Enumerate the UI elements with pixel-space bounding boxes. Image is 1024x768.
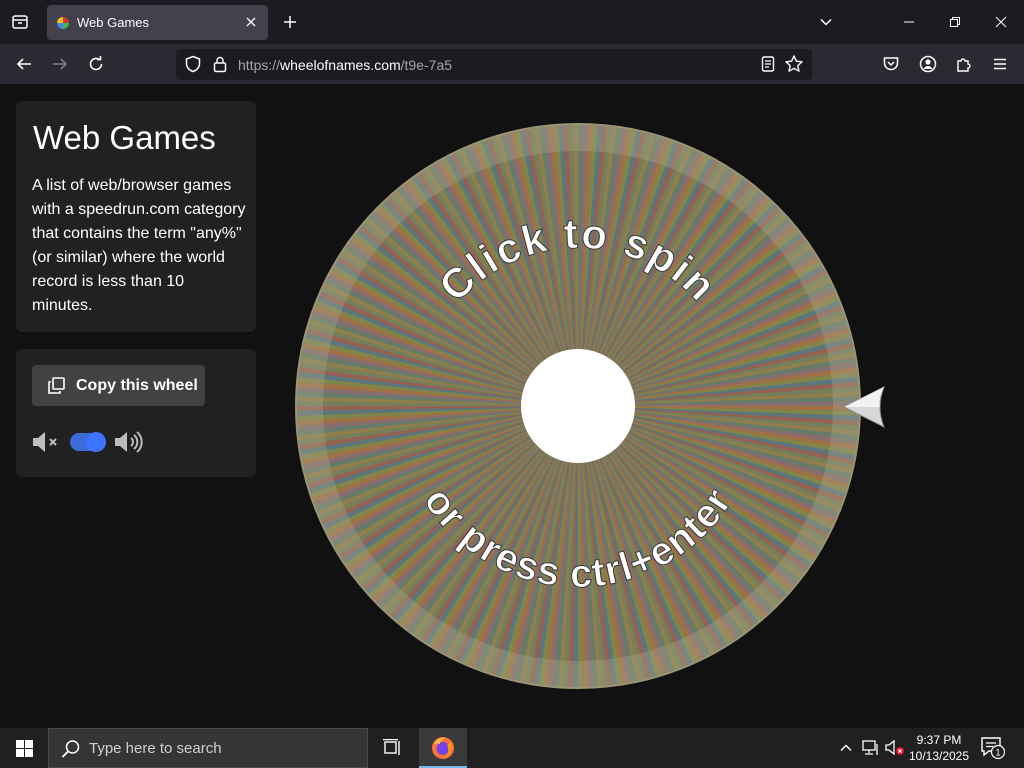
account-icon: [919, 55, 937, 73]
copy-wheel-button[interactable]: Copy this wheel: [32, 365, 205, 406]
taskbar-clock[interactable]: 9:37 PM 10/13/2025: [904, 732, 974, 764]
wheel-title: Web Games: [33, 119, 216, 156]
volume-up-icon[interactable]: [114, 430, 146, 454]
extensions-button[interactable]: [950, 50, 978, 78]
windows-taskbar: Type here to search 9:37 PM 10/13/2025 1: [0, 728, 1024, 768]
url-host: wheelofnames.com: [280, 57, 401, 73]
forward-button[interactable]: [46, 50, 74, 78]
copy-icon: [48, 377, 65, 394]
chevron-down-icon: [820, 18, 832, 26]
task-view-icon: [383, 739, 400, 755]
close-window-button[interactable]: [978, 0, 1024, 44]
search-placeholder: Type here to search: [89, 740, 222, 757]
minimize-button[interactable]: [886, 0, 932, 44]
minimize-icon: [904, 21, 914, 23]
close-icon: [995, 16, 1007, 28]
browser-tab-bar: Web Games: [0, 0, 1024, 44]
spin-wheel[interactable]: Click to spin or press ctrl+enter: [294, 122, 862, 690]
wheel-pointer-icon: [842, 386, 885, 428]
arrow-right-icon: [53, 58, 68, 70]
volume-mute-icon[interactable]: [32, 431, 62, 453]
search-icon: [61, 740, 80, 758]
speaker-muted-icon[interactable]: [885, 739, 905, 757]
reload-icon: [89, 56, 103, 71]
taskbar-search-box[interactable]: Type here to search: [48, 728, 368, 768]
start-button[interactable]: [0, 728, 48, 768]
account-button[interactable]: [914, 50, 942, 78]
clock-time: 9:37 PM: [916, 733, 962, 747]
hamburger-menu-icon: [994, 58, 1006, 70]
back-button[interactable]: [10, 50, 38, 78]
close-icon: [246, 17, 256, 27]
reload-button[interactable]: [82, 50, 110, 78]
url-path: /t9e-7a5: [400, 57, 453, 73]
tab-list-button[interactable]: [8, 10, 32, 34]
restore-button[interactable]: [932, 0, 978, 44]
address-bar[interactable]: https://wheelofnames.com/t9e-7a5: [176, 49, 812, 80]
wheel-actions-card: Copy this wheel: [16, 349, 256, 477]
url-protocol: https://: [238, 57, 281, 73]
plus-icon: [284, 16, 296, 28]
new-tab-button[interactable]: [278, 10, 302, 34]
network-icon[interactable]: [862, 740, 880, 756]
reader-view-icon[interactable]: [760, 55, 776, 73]
clock-date: 10/13/2025: [908, 749, 970, 763]
pocket-button[interactable]: [877, 50, 905, 78]
tracking-protection-icon[interactable]: [184, 55, 202, 73]
lock-icon[interactable]: [212, 55, 228, 73]
sound-toggle-knob: [86, 432, 106, 452]
bookmark-star-icon[interactable]: [784, 54, 804, 74]
wheel-description: A list of web/browser games with a speed…: [32, 177, 246, 314]
wheel-favicon-icon: [57, 17, 69, 29]
pocket-icon: [883, 57, 899, 71]
tab-list-icon: [12, 15, 28, 29]
list-all-tabs-button[interactable]: [814, 10, 838, 34]
browser-tab-active[interactable]: Web Games: [47, 5, 268, 40]
windows-logo-icon: [15, 739, 33, 757]
tab-title: Web Games: [77, 15, 150, 30]
tab-close-button[interactable]: [242, 13, 260, 31]
url-text[interactable]: https://wheelofnames.com/t9e-7a5: [238, 57, 452, 73]
taskbar-firefox-button[interactable]: [419, 728, 467, 768]
sound-toggle[interactable]: [70, 432, 106, 452]
arrow-left-icon: [16, 58, 31, 70]
wheel-info-card: Web Games A list of web/browser games wi…: [16, 101, 256, 332]
notification-center-button[interactable]: 1: [980, 736, 1006, 765]
wheel-graphic[interactable]: Click to spin or press ctrl+enter: [294, 122, 862, 690]
restore-icon: [950, 17, 960, 27]
notification-icon: 1: [981, 737, 1006, 760]
wheel-center-hub: [521, 349, 635, 463]
copy-wheel-label: Copy this wheel: [76, 377, 198, 394]
chevron-up-icon[interactable]: [839, 741, 853, 755]
puzzle-icon: [957, 58, 971, 72]
firefox-icon: [432, 737, 454, 759]
menu-button[interactable]: [986, 50, 1014, 78]
task-view-button[interactable]: [369, 728, 415, 768]
notification-count: 1: [995, 748, 1000, 758]
